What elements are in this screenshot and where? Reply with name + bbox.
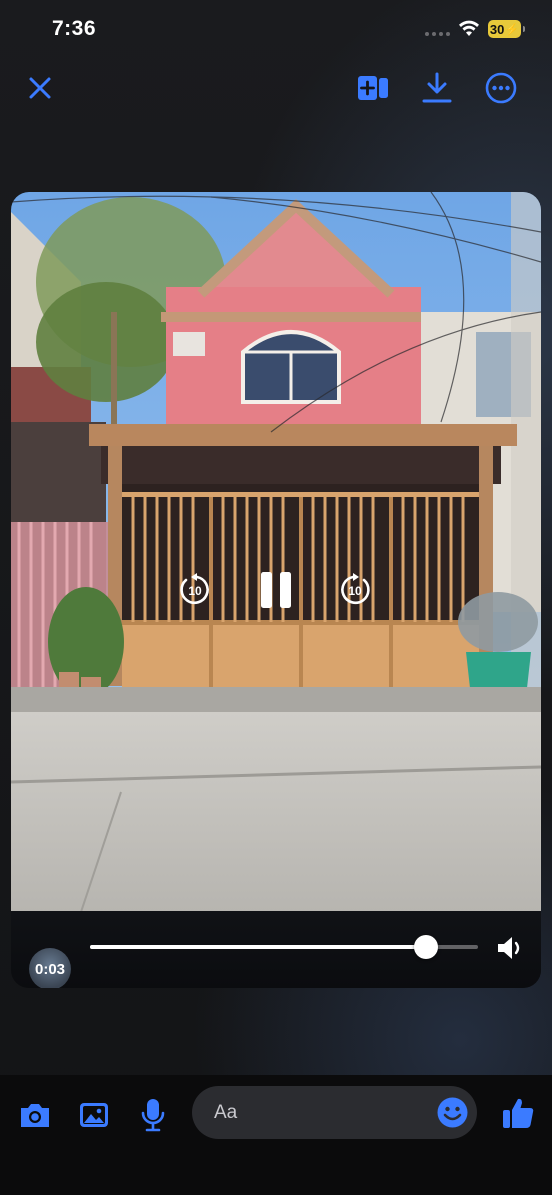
pause-button[interactable] <box>256 570 296 610</box>
cellular-signal-icon <box>425 32 450 36</box>
wifi-icon <box>459 20 479 36</box>
video-controls-bar: 0:03 <box>11 911 541 988</box>
skip-forward-icon: 10 <box>341 573 370 605</box>
camera-button[interactable] <box>17 1097 53 1133</box>
thumbs-up-icon <box>503 1098 534 1128</box>
charging-icon: ⚡ <box>505 23 520 36</box>
skip-back-seconds: 10 <box>188 584 202 598</box>
speaker-icon <box>498 937 520 959</box>
battery-level: 30 <box>489 21 505 37</box>
skip-forward-button[interactable]: 10 <box>337 572 373 608</box>
download-button[interactable] <box>419 70 455 106</box>
status-time: 7:36 <box>52 17 97 40</box>
progress-bar[interactable] <box>90 935 478 959</box>
close-button[interactable] <box>22 70 58 106</box>
status-bar: 7:36 30 ⚡ <box>0 0 552 60</box>
message-composer <box>0 1075 552 1195</box>
skip-back-icon: 10 <box>180 573 209 605</box>
video-frame <box>11 192 541 912</box>
volume-button[interactable] <box>495 933 525 963</box>
pause-icon <box>261 572 291 608</box>
add-to-story-icon <box>358 76 388 100</box>
skip-back-button[interactable]: 10 <box>177 572 213 608</box>
current-time: 0:03 <box>29 948 71 988</box>
gallery-button[interactable] <box>76 1097 112 1133</box>
progress-fill <box>90 945 426 949</box>
add-to-story-button[interactable] <box>355 70 391 106</box>
voice-message-button[interactable] <box>135 1095 171 1135</box>
camera-icon <box>21 1104 49 1127</box>
battery-indicator: 30 ⚡ <box>488 20 525 38</box>
message-field[interactable] <box>192 1086 477 1139</box>
skip-forward-seconds: 10 <box>348 584 362 598</box>
microphone-icon <box>141 1099 165 1132</box>
download-icon <box>422 72 452 103</box>
gallery-icon <box>80 1103 108 1127</box>
more-options-icon <box>485 72 517 104</box>
video-player[interactable]: 10 10 0:03 <box>11 192 541 988</box>
emoji-icon <box>437 1097 468 1128</box>
progress-thumb[interactable] <box>414 935 438 959</box>
like-button[interactable] <box>498 1093 538 1133</box>
close-icon <box>29 77 51 99</box>
more-options-button[interactable] <box>483 70 519 106</box>
emoji-button[interactable] <box>436 1096 469 1129</box>
message-input[interactable] <box>212 1100 416 1125</box>
